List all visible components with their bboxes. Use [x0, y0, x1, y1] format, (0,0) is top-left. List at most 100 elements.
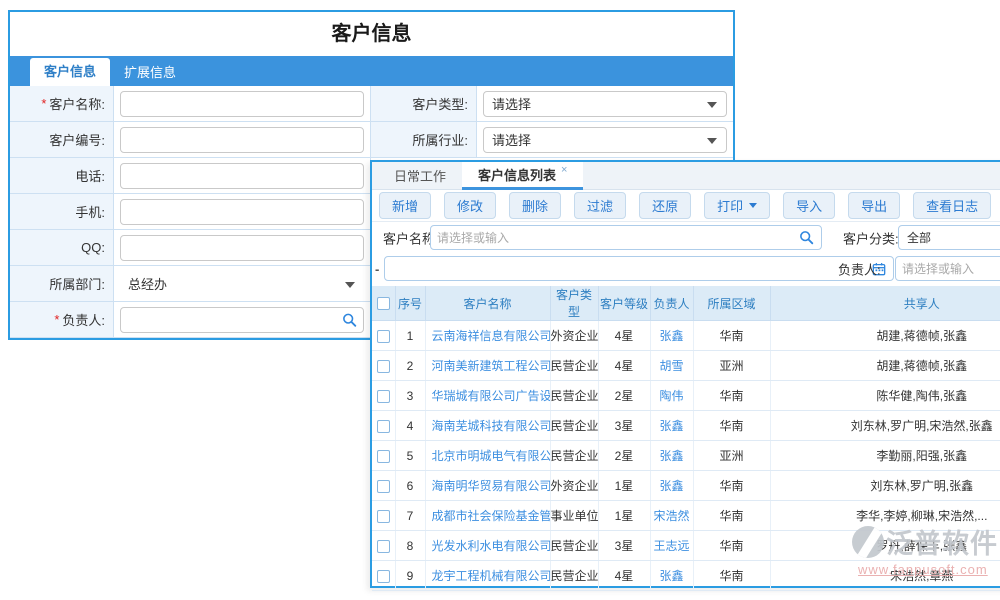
- owner-link[interactable]: 王志远: [653, 539, 689, 553]
- cell-shared: 刘东林,罗广明,张鑫: [770, 471, 1000, 501]
- close-tab-icon[interactable]: ×: [561, 164, 567, 176]
- table-row: 6海南明华贸易有限公司外资企业1星张鑫华南刘东林,罗广明,张鑫: [372, 471, 1000, 501]
- list-tab-1[interactable]: 客户信息列表×: [462, 162, 583, 190]
- row-checkbox[interactable]: [377, 390, 390, 403]
- toolbar-button[interactable]: 修改: [444, 192, 496, 219]
- field-label: 所属行业:: [371, 122, 477, 157]
- form-select[interactable]: 总经办: [120, 271, 364, 297]
- owner-link[interactable]: 张鑫: [659, 449, 683, 463]
- toolbar-button[interactable]: 导出: [848, 192, 900, 219]
- toolbar-button[interactable]: 导入: [783, 192, 835, 219]
- customer-category-value: 全部: [899, 229, 939, 246]
- cell-region: 华南: [693, 561, 770, 591]
- form-tab-1[interactable]: 扩展信息: [110, 60, 190, 86]
- form-tab-0[interactable]: 客户信息: [30, 58, 110, 86]
- form-input[interactable]: [120, 199, 364, 225]
- owner-link[interactable]: 张鑫: [659, 569, 683, 583]
- toolbar-button[interactable]: 过滤: [574, 192, 626, 219]
- column-header: 客户等级: [598, 286, 650, 321]
- field-label: 电话:: [10, 158, 114, 193]
- owner-filter-label: 负责人:: [838, 259, 881, 278]
- select-all-checkbox[interactable]: [377, 297, 390, 310]
- table-row: 4海南芜城科技有限公司民营企业3星张鑫华南刘东林,罗广明,宋浩然,张鑫: [372, 411, 1000, 441]
- table-row: 2河南美新建筑工程公司民营企业4星胡雪亚洲胡建,蒋德帧,张鑫: [372, 351, 1000, 381]
- cell-index: 3: [395, 381, 425, 411]
- customer-name-link[interactable]: 河南美新建筑工程公司: [432, 359, 551, 373]
- customer-name-link[interactable]: 海南明华贸易有限公司: [432, 479, 551, 493]
- field-label: QQ:: [10, 230, 114, 265]
- cell-index: 1: [395, 321, 425, 351]
- row-checkbox[interactable]: [377, 330, 390, 343]
- cell-shared: 胡建,蒋德帧,张鑫: [770, 351, 1000, 381]
- cell-type: 外资企业: [550, 471, 598, 501]
- field-label: 客户编号:: [10, 122, 114, 157]
- owner-link[interactable]: 张鑫: [659, 419, 683, 433]
- owner-link[interactable]: 陶伟: [659, 389, 683, 403]
- table-row: 5北京市明城电气有限公司民营企业2星张鑫亚洲李勤丽,阳强,张鑫: [372, 441, 1000, 471]
- customer-name-link[interactable]: 龙宇工程机械有限公司: [432, 569, 551, 583]
- cell-index: 7: [395, 501, 425, 531]
- field-label: 所属部门:: [10, 266, 114, 301]
- form-input[interactable]: [120, 91, 364, 117]
- owner-link[interactable]: 胡雪: [659, 359, 683, 373]
- row-checkbox[interactable]: [377, 420, 390, 433]
- toolbar-button[interactable]: 新增: [379, 192, 431, 219]
- toolbar-button[interactable]: 还原: [639, 192, 691, 219]
- field-label: *负责人:: [10, 302, 114, 337]
- fanpu-logo-icon: [852, 526, 884, 558]
- customer-name-link[interactable]: 云南海祥信息有限公司: [432, 329, 551, 343]
- form-select[interactable]: 请选择: [483, 127, 727, 153]
- column-header: 客户类型: [550, 286, 598, 321]
- customer-name-input[interactable]: [431, 226, 799, 249]
- form-search-input[interactable]: [120, 307, 364, 333]
- customer-name-link[interactable]: 海南芜城科技有限公司: [432, 419, 551, 433]
- row-checkbox[interactable]: [377, 450, 390, 463]
- cell-type: 外资企业: [550, 321, 598, 351]
- chevron-down-icon: [707, 138, 717, 144]
- search-row-1: 客户名称: 客户分类: 全部: [372, 222, 1000, 253]
- customer-name-link[interactable]: 光发水利水电有限公司: [432, 539, 551, 553]
- cell-index: 2: [395, 351, 425, 381]
- date-input[interactable]: [385, 257, 872, 280]
- row-checkbox[interactable]: [377, 480, 390, 493]
- form-input[interactable]: [120, 163, 364, 189]
- toolbar-button[interactable]: 查看日志: [913, 192, 991, 219]
- list-tab-0[interactable]: 日常工作: [378, 162, 462, 189]
- watermark-url: www.fanpusoft.com: [858, 562, 998, 577]
- owner-link[interactable]: 宋浩然: [653, 509, 689, 523]
- customer-category-select[interactable]: 全部: [898, 225, 1000, 250]
- row-checkbox[interactable]: [377, 570, 390, 583]
- cell-level: 4星: [598, 321, 650, 351]
- required-asterisk: *: [41, 96, 46, 111]
- watermark-brand: 泛普软件: [886, 522, 998, 561]
- cell-type: 民营企业: [550, 441, 598, 471]
- owner-input[interactable]: [896, 257, 1000, 280]
- chevron-down-icon: [749, 203, 757, 208]
- right-form-row-1: 所属行业:请选择: [371, 122, 733, 158]
- form-input[interactable]: [120, 235, 364, 261]
- customer-name-link[interactable]: 成都市社会保险基金管理...: [432, 509, 551, 523]
- left-form-row-2: 电话:: [10, 158, 370, 194]
- row-checkbox[interactable]: [377, 510, 390, 523]
- row-checkbox[interactable]: [377, 540, 390, 553]
- cell-index: 9: [395, 561, 425, 591]
- customer-name-link[interactable]: 华瑞城有限公司广告设计部: [432, 389, 551, 403]
- owner-link[interactable]: 张鑫: [659, 329, 683, 343]
- column-header: 负责人: [650, 286, 693, 321]
- toolbar-button[interactable]: 删除: [509, 192, 561, 219]
- toolbar-button[interactable]: 打印: [704, 192, 770, 219]
- form-input[interactable]: [120, 127, 364, 153]
- cell-level: 3星: [598, 531, 650, 561]
- search-icon[interactable]: [799, 230, 814, 245]
- left-form-row-3: 手机:: [10, 194, 370, 230]
- column-header: 共享人: [770, 286, 1000, 321]
- owner-link[interactable]: 张鑫: [659, 479, 683, 493]
- cell-index: 8: [395, 531, 425, 561]
- cell-index: 5: [395, 441, 425, 471]
- search-icon[interactable]: [342, 312, 357, 327]
- customer-name-link[interactable]: 北京市明城电气有限公司: [432, 449, 551, 463]
- chevron-down-icon: [345, 282, 355, 288]
- form-select[interactable]: 请选择: [483, 91, 727, 117]
- cell-level: 4星: [598, 561, 650, 591]
- row-checkbox[interactable]: [377, 360, 390, 373]
